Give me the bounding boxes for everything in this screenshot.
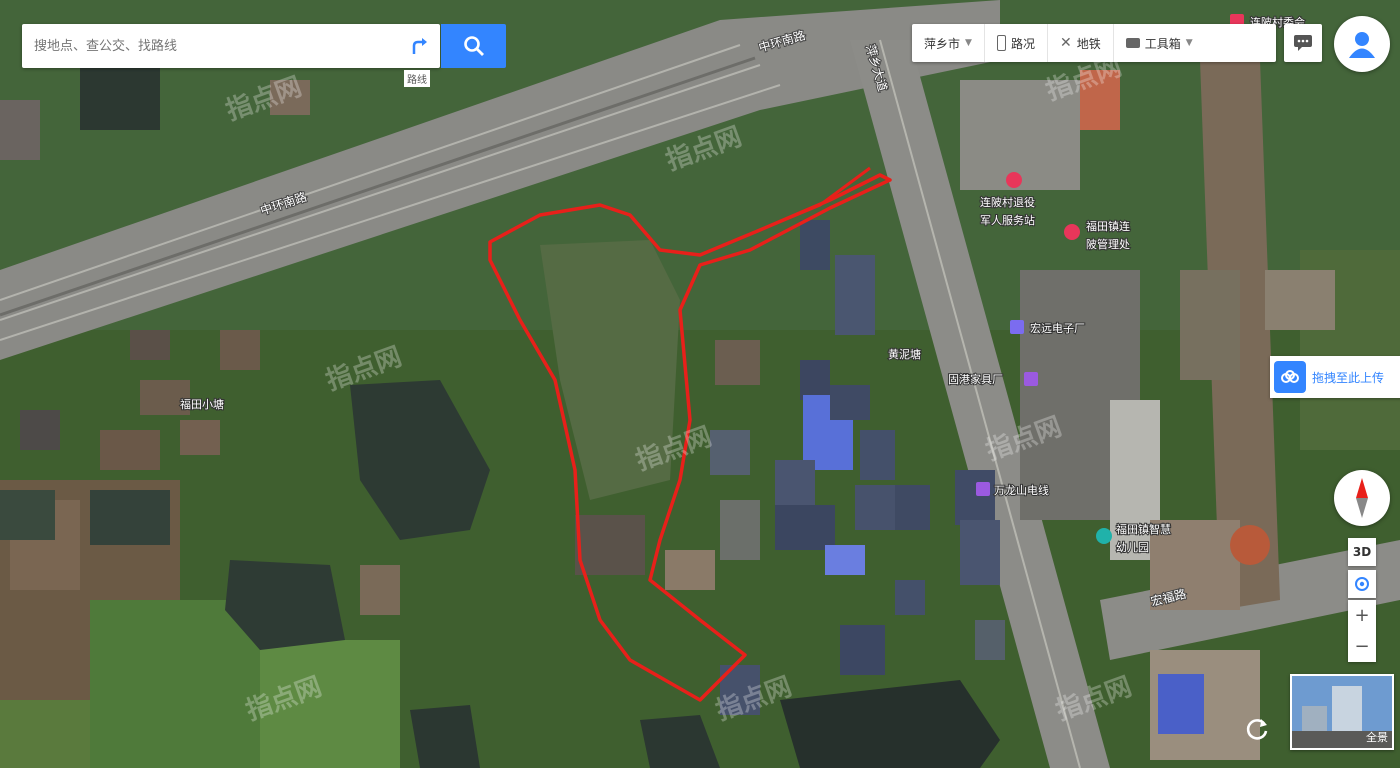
panorama-thumbnail[interactable]: 全景	[1290, 674, 1394, 750]
svg-text:固港家具厂: 固港家具厂	[948, 372, 1003, 386]
place-label-2: 黄泥塘	[888, 347, 921, 361]
route-button[interactable]	[400, 24, 440, 68]
zoom-out-button[interactable]: −	[1354, 636, 1369, 657]
zoom-control: + −	[1348, 600, 1376, 662]
message-icon	[1294, 35, 1312, 51]
toolbox-label: 工具箱	[1144, 36, 1181, 51]
svg-text:连陂村退役: 连陂村退役	[980, 195, 1035, 209]
search-button[interactable]	[441, 24, 506, 68]
traffic-label: 路况	[1010, 36, 1035, 51]
route-label: 路线	[404, 70, 430, 87]
locate-button[interactable]	[1348, 570, 1376, 598]
place-label-1: 福田小塘	[180, 397, 224, 411]
drag-upload-label: 拖拽至此上传	[1312, 370, 1385, 385]
locate-icon	[1355, 577, 1369, 591]
svg-text:军人服务站: 军人服务站	[980, 213, 1035, 227]
traffic-button[interactable]: 路况	[985, 24, 1048, 62]
search-icon	[463, 36, 484, 56]
svg-text:万龙山电线: 万龙山电线	[994, 483, 1049, 497]
subway-label: 地铁	[1076, 36, 1101, 51]
chevron-down-icon: ▼	[1185, 38, 1193, 48]
message-button[interactable]	[1284, 24, 1322, 62]
chevron-down-icon: ▼	[965, 38, 972, 48]
traffic-icon	[996, 35, 1006, 51]
compass-icon	[1356, 478, 1368, 518]
svg-text:幼儿园: 幼儿园	[1116, 541, 1149, 554]
refresh-button[interactable]	[1240, 712, 1274, 746]
search-input[interactable]	[22, 37, 396, 55]
svg-text:宏远电子厂: 宏远电子厂	[1030, 321, 1085, 335]
route-icon	[412, 38, 427, 54]
subway-icon: ✕	[1059, 35, 1072, 51]
drag-upload-box[interactable]: 拖拽至此上传	[1270, 356, 1400, 398]
user-icon	[1349, 32, 1375, 58]
panorama-label: 全景	[1366, 731, 1388, 744]
map-toolbar: 萍乡市 ▼ 路况 ✕ 地铁 工具箱 ▼	[912, 24, 1276, 62]
cloud-icon	[1274, 361, 1306, 393]
svg-text:福田镇智慧: 福田镇智慧	[1116, 522, 1171, 536]
briefcase-icon	[1125, 38, 1140, 48]
svg-text:福田镇连: 福田镇连	[1086, 219, 1130, 233]
city-selector[interactable]: 萍乡市 ▼	[912, 24, 985, 62]
poi-electronics-factory[interactable]: 宏远电子厂	[1010, 320, 1086, 336]
poi-furniture-factory[interactable]: 固港家具厂	[947, 371, 1038, 387]
city-label: 萍乡市	[924, 36, 961, 51]
refresh-icon	[1246, 719, 1268, 740]
subway-button[interactable]: ✕ 地铁	[1048, 24, 1114, 62]
poi-wire-factory[interactable]: 万龙山电线	[976, 482, 1050, 498]
satellite-map[interactable]: 中环南路 中环南路 萍乡大道 宏福路 福田小塘 黄泥塘 连陂村退役 军人服务站 …	[0, 0, 1400, 768]
svg-text:陂管理处: 陂管理处	[1086, 237, 1130, 251]
compass-button[interactable]	[1334, 470, 1390, 526]
3d-button[interactable]: 3D	[1348, 538, 1376, 566]
zoom-in-button[interactable]: +	[1354, 605, 1369, 626]
search-box	[22, 24, 440, 68]
toolbox-button[interactable]: 工具箱 ▼	[1114, 24, 1205, 62]
user-avatar[interactable]	[1334, 16, 1390, 72]
